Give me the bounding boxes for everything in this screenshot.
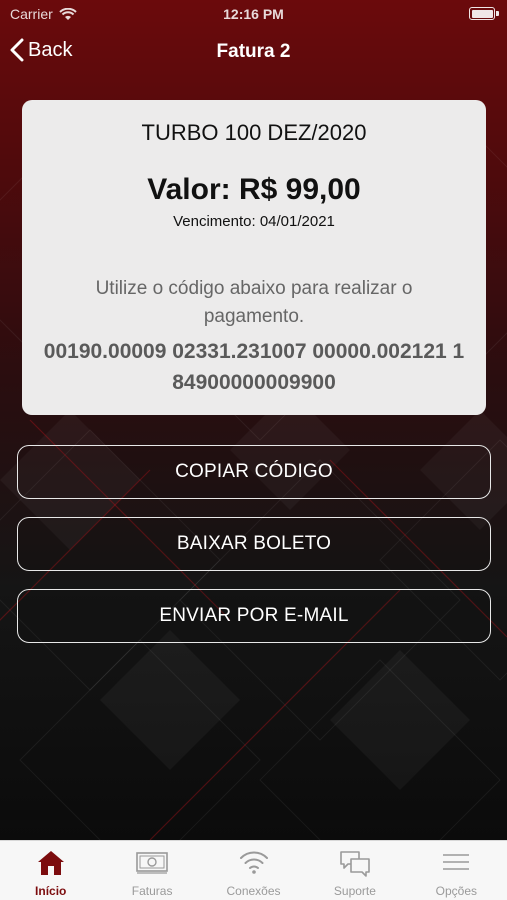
battery-icon (469, 7, 495, 20)
tab-bar: Início Faturas Conexões Suporte Opções (0, 840, 507, 900)
tab-label: Opções (435, 884, 477, 898)
tab-label: Faturas (131, 884, 173, 898)
tab-suporte[interactable]: Suporte (304, 841, 405, 900)
invoice-value: Valor: R$ 99,00 (147, 173, 361, 206)
home-icon (37, 851, 64, 875)
due-date: Vencimento: 04/01/2021 (173, 213, 335, 230)
status-bar: Carrier 12:16 PM (0, 0, 507, 30)
send-email-button[interactable]: ENVIAR POR E-MAIL (17, 589, 491, 643)
tab-label: Suporte (333, 884, 376, 898)
payment-instruction: Utilize o código abaixo para realizar o … (95, 278, 413, 327)
tab-inicio[interactable]: Início (0, 841, 101, 900)
copy-code-button[interactable]: COPIAR CÓDIGO (17, 445, 491, 499)
menu-icon (443, 854, 470, 870)
invoice-card: TURBO 100 DEZ/2020 Valor: R$ 99,00 Venci… (22, 100, 486, 415)
tab-faturas[interactable]: Faturas (101, 841, 202, 900)
battery-tip (496, 11, 499, 16)
money-icon (136, 852, 168, 874)
navigation-bar: Back Fatura 2 (0, 30, 507, 74)
chat-icon (340, 851, 370, 877)
tab-label: Conexões (226, 884, 281, 898)
tab-opcoes[interactable]: Opções (406, 841, 507, 900)
barcode-number: 00190.00009 02331.231007 00000.002121 1 … (43, 340, 465, 394)
plan-name: TURBO 100 DEZ/2020 (141, 120, 367, 145)
tab-conexoes[interactable]: Conexões (203, 841, 304, 900)
status-time: 12:16 PM (223, 6, 284, 22)
wifi-icon (239, 851, 268, 874)
tab-label: Início (35, 884, 67, 898)
download-boleto-button[interactable]: BAIXAR BOLETO (17, 517, 491, 571)
page-title: Fatura 2 (216, 41, 291, 62)
